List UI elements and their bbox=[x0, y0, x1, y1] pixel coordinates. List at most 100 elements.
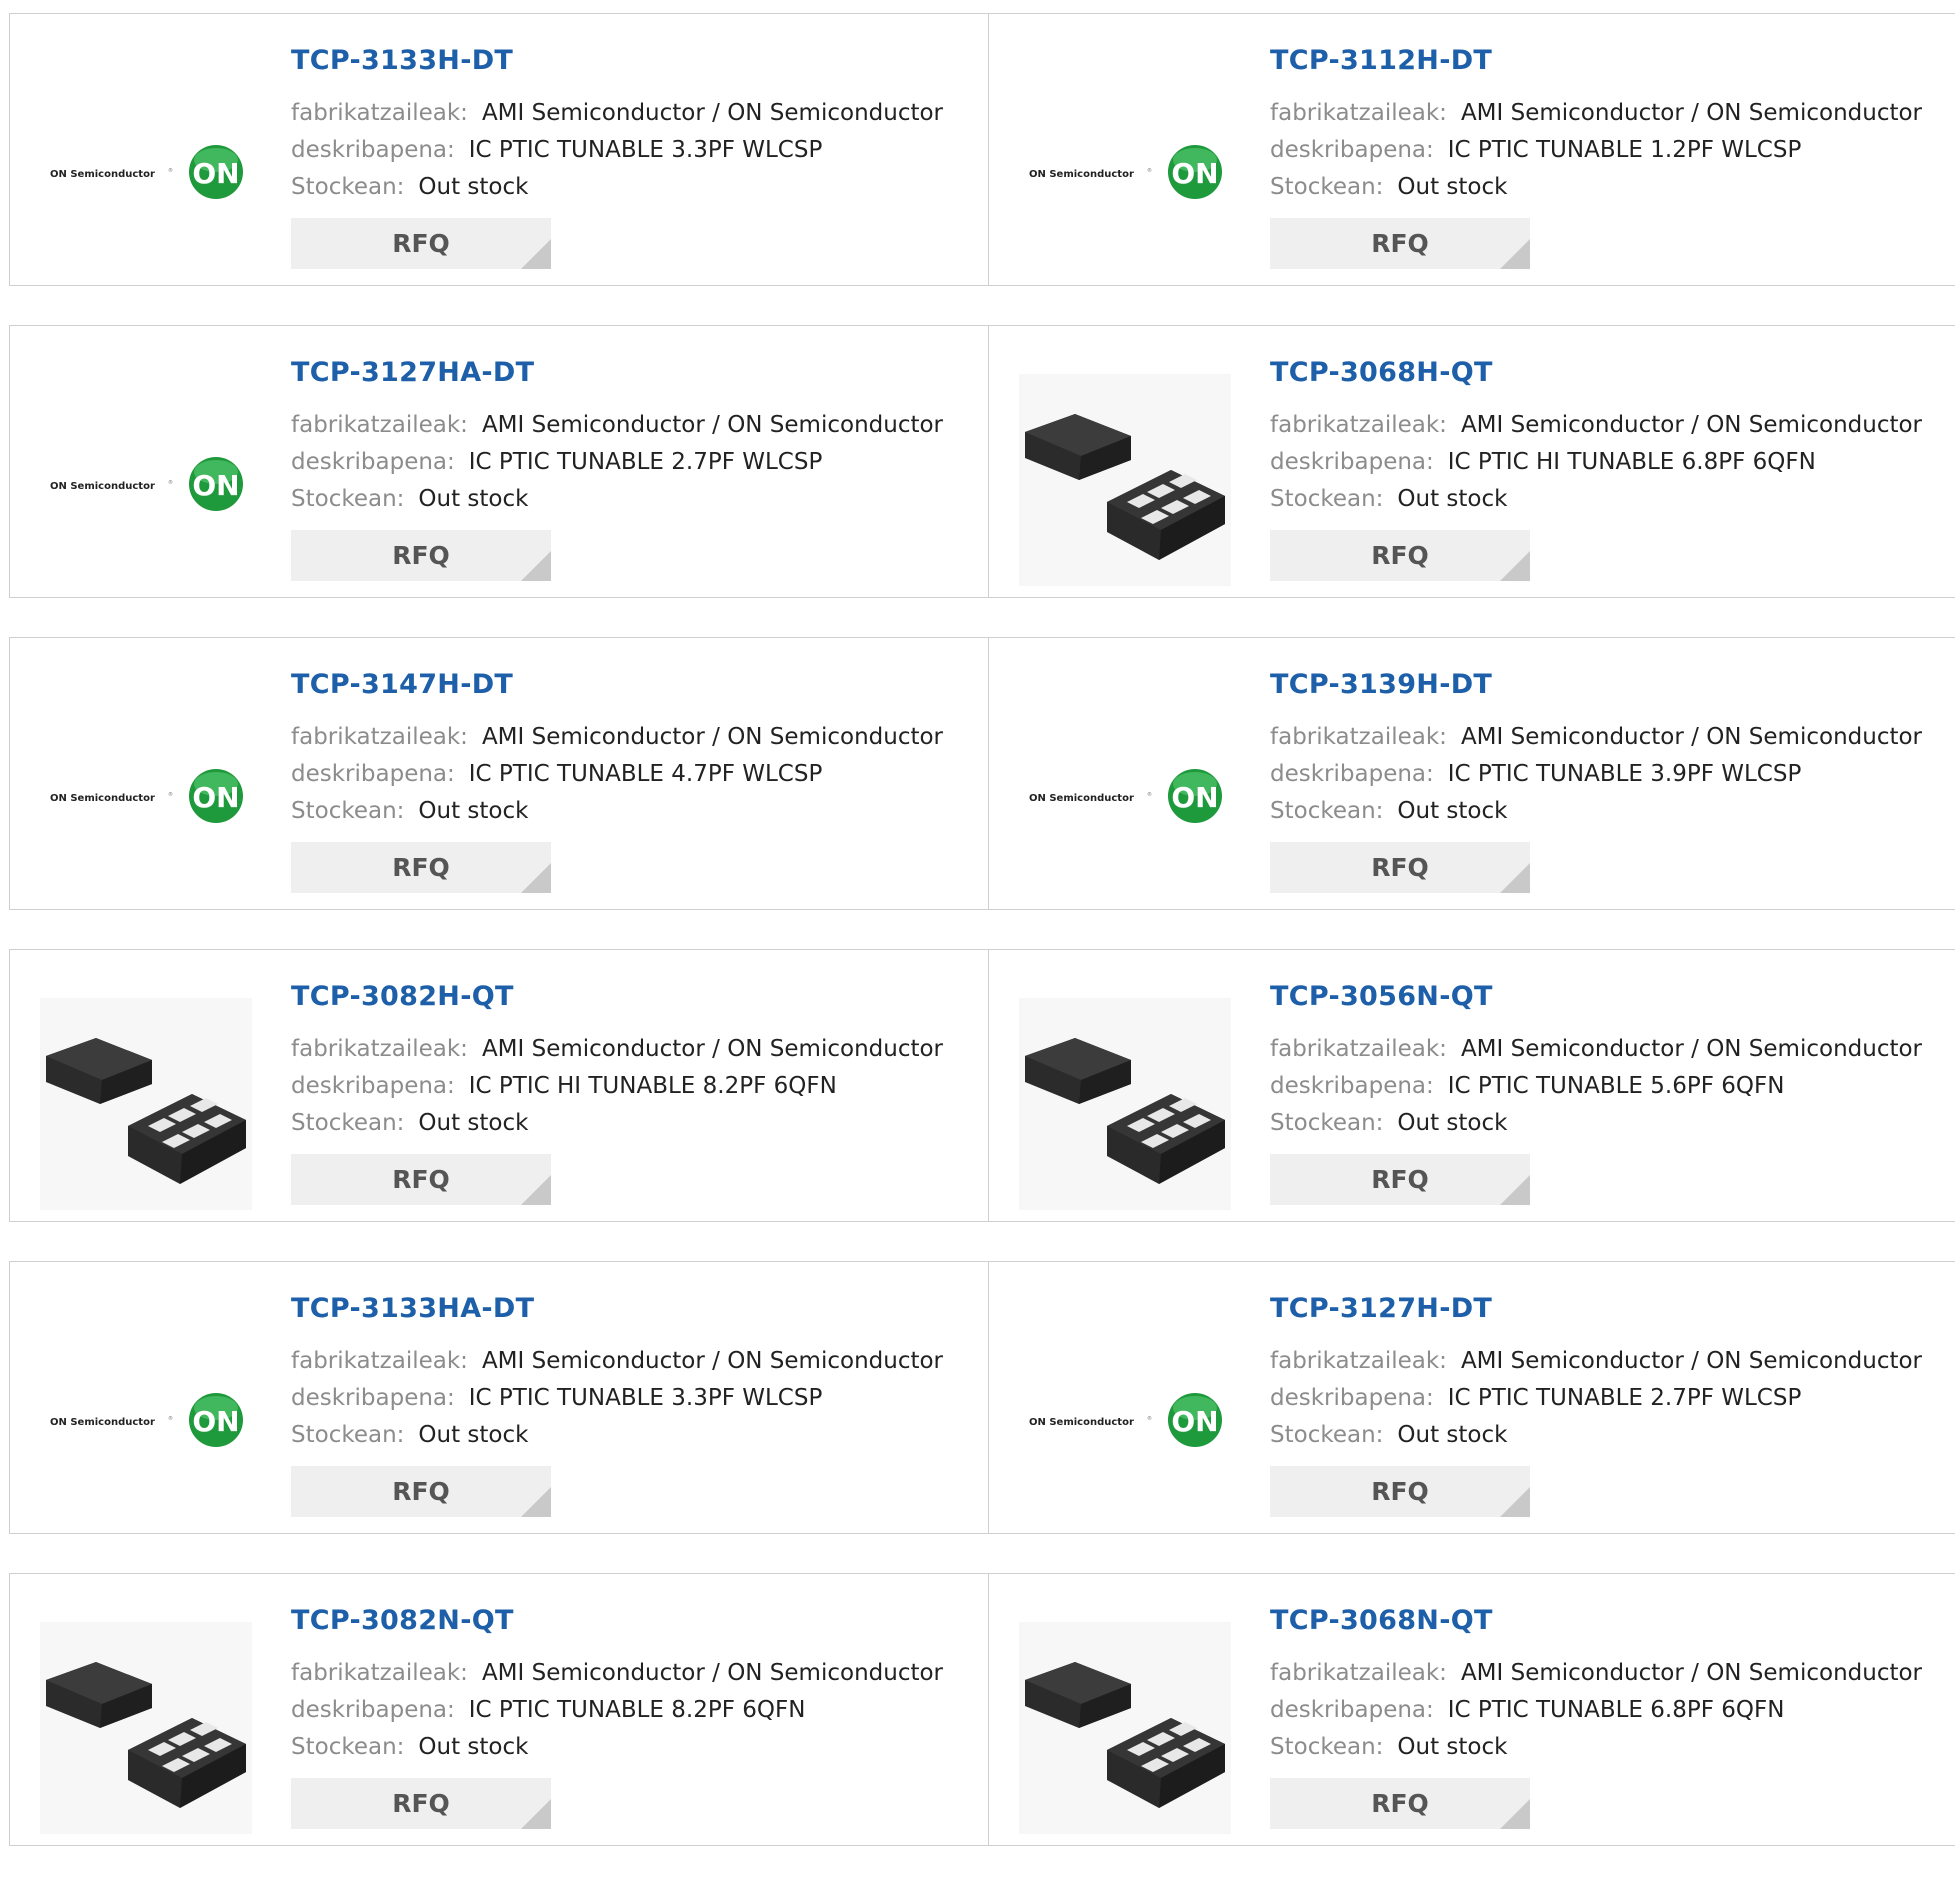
part-number-link[interactable]: TCP-3147H-DT bbox=[291, 668, 943, 702]
stock-row: Stockean: Out stock bbox=[291, 1417, 943, 1454]
product-image[interactable] bbox=[40, 998, 252, 1210]
stock-row: Stockean: Out stock bbox=[1270, 793, 1922, 830]
product-info: TCP-3127H-DT fabrikatzaileak: AMI Semicon… bbox=[1270, 1292, 1922, 1517]
rfq-button[interactable]: RFQ bbox=[291, 530, 551, 581]
description-label: deskribapena: bbox=[291, 137, 455, 163]
manufacturer-label: fabrikatzaileak: bbox=[1270, 100, 1447, 126]
rfq-button[interactable]: RFQ bbox=[291, 842, 551, 893]
on-semiconductor-logo-icon: ON Semiconductor ® ON bbox=[50, 769, 243, 823]
stock-label: Stockean: bbox=[1270, 1734, 1384, 1760]
product-image[interactable]: ON Semiconductor ® ON bbox=[1019, 1310, 1231, 1522]
rfq-button[interactable]: RFQ bbox=[1270, 218, 1530, 269]
product-info: TCP-3133H-DT fabrikatzaileak: AMI Semicon… bbox=[291, 44, 943, 269]
rfq-corner-decoration bbox=[1500, 239, 1530, 269]
manufacturer-value: AMI Semiconductor / ON Semiconductor bbox=[1460, 724, 1923, 750]
rfq-label: RFQ bbox=[392, 1165, 450, 1194]
part-number-link[interactable]: TCP-3133HA-DT bbox=[291, 1292, 943, 1326]
product-info: TCP-3139H-DT fabrikatzaileak: AMI Semicon… bbox=[1270, 668, 1922, 893]
rfq-button[interactable]: RFQ bbox=[1270, 530, 1530, 581]
svg-text:®: ® bbox=[168, 791, 173, 798]
stock-value: Out stock bbox=[1397, 486, 1508, 512]
product-row: TCP-3082H-QT fabrikatzaileak: AMI Semicon… bbox=[9, 949, 1955, 1222]
part-number-link[interactable]: TCP-3127H-DT bbox=[1270, 1292, 1922, 1326]
svg-text:ON: ON bbox=[1171, 781, 1218, 814]
product-card: ON Semiconductor ® ON TCP-3127H-DT fabri… bbox=[988, 1262, 1955, 1533]
part-number-link[interactable]: TCP-3112H-DT bbox=[1270, 44, 1922, 78]
rfq-label: RFQ bbox=[392, 1789, 450, 1818]
rfq-button[interactable]: RFQ bbox=[1270, 842, 1530, 893]
product-image[interactable]: ON Semiconductor ® ON bbox=[40, 374, 252, 586]
svg-text:ON: ON bbox=[192, 469, 239, 502]
product-image[interactable]: ON Semiconductor ® ON bbox=[1019, 686, 1231, 898]
rfq-button[interactable]: RFQ bbox=[291, 1466, 551, 1517]
product-card: TCP-3068H-QT fabrikatzaileak: AMI Semicon… bbox=[988, 326, 1955, 597]
part-number-link[interactable]: TCP-3139H-DT bbox=[1270, 668, 1922, 702]
product-image[interactable]: ON Semiconductor ® ON bbox=[40, 62, 252, 274]
rfq-corner-decoration bbox=[521, 551, 551, 581]
rfq-button[interactable]: RFQ bbox=[291, 218, 551, 269]
rfq-label: RFQ bbox=[1371, 1165, 1429, 1194]
product-image[interactable]: ON Semiconductor ® ON bbox=[40, 686, 252, 898]
part-number-link[interactable]: TCP-3082N-QT bbox=[291, 1604, 943, 1638]
svg-text:ON Semiconductor: ON Semiconductor bbox=[50, 481, 155, 492]
rfq-button[interactable]: RFQ bbox=[291, 1778, 551, 1829]
product-image[interactable] bbox=[40, 1622, 252, 1834]
description-label: deskribapena: bbox=[1270, 137, 1434, 163]
stock-value: Out stock bbox=[418, 486, 529, 512]
on-semiconductor-logo-icon: ON Semiconductor ® ON bbox=[50, 145, 243, 199]
manufacturer-label: fabrikatzaileak: bbox=[291, 1660, 468, 1686]
description-value: IC PTIC TUNABLE 3.3PF WLCSP bbox=[468, 1385, 823, 1411]
description-value: IC PTIC HI TUNABLE 6.8PF 6QFN bbox=[1447, 449, 1816, 475]
rfq-label: RFQ bbox=[1371, 541, 1429, 570]
manufacturer-row: fabrikatzaileak: AMI Semiconductor / ON S… bbox=[291, 407, 943, 444]
part-number-link[interactable]: TCP-3133H-DT bbox=[291, 44, 943, 78]
manufacturer-label: fabrikatzaileak: bbox=[1270, 412, 1447, 438]
product-image[interactable]: ON Semiconductor ® ON bbox=[1019, 62, 1231, 274]
qfn-chip-icon bbox=[40, 1622, 252, 1834]
manufacturer-value: AMI Semiconductor / ON Semiconductor bbox=[481, 1036, 944, 1062]
rfq-button[interactable]: RFQ bbox=[291, 1154, 551, 1205]
rfq-corner-decoration bbox=[1500, 1487, 1530, 1517]
part-number-link[interactable]: TCP-3068H-QT bbox=[1270, 356, 1922, 390]
manufacturer-value: AMI Semiconductor / ON Semiconductor bbox=[481, 100, 944, 126]
svg-text:ON Semiconductor: ON Semiconductor bbox=[1029, 793, 1134, 804]
rfq-corner-decoration bbox=[1500, 1799, 1530, 1829]
product-row: ON Semiconductor ® ON TCP-3127HA-DT fabr… bbox=[9, 325, 1955, 598]
description-value: IC PTIC TUNABLE 2.7PF WLCSP bbox=[1447, 1385, 1802, 1411]
stock-label: Stockean: bbox=[291, 486, 405, 512]
manufacturer-label: fabrikatzaileak: bbox=[291, 1036, 468, 1062]
product-image[interactable] bbox=[1019, 374, 1231, 586]
product-info: TCP-3127HA-DT fabrikatzaileak: AMI Semico… bbox=[291, 356, 943, 581]
product-card: ON Semiconductor ® ON TCP-3133HA-DT fabr… bbox=[10, 1262, 988, 1533]
part-number-link[interactable]: TCP-3082H-QT bbox=[291, 980, 943, 1014]
product-image[interactable]: ON Semiconductor ® ON bbox=[40, 1310, 252, 1522]
stock-label: Stockean: bbox=[291, 174, 405, 200]
description-row: deskribapena: IC PTIC HI TUNABLE 8.2PF 6Q… bbox=[291, 1068, 943, 1105]
svg-text:ON: ON bbox=[192, 781, 239, 814]
stock-label: Stockean: bbox=[1270, 1110, 1384, 1136]
svg-text:®: ® bbox=[168, 167, 173, 174]
rfq-corner-decoration bbox=[521, 1487, 551, 1517]
rfq-corner-decoration bbox=[521, 239, 551, 269]
part-number-link[interactable]: TCP-3127HA-DT bbox=[291, 356, 943, 390]
manufacturer-row: fabrikatzaileak: AMI Semiconductor / ON S… bbox=[1270, 1343, 1922, 1380]
description-value: IC PTIC TUNABLE 3.9PF WLCSP bbox=[1447, 761, 1802, 787]
rfq-button[interactable]: RFQ bbox=[1270, 1466, 1530, 1517]
rfq-button[interactable]: RFQ bbox=[1270, 1154, 1530, 1205]
product-grid: ON Semiconductor ® ON TCP-3133H-DT fabri… bbox=[9, 13, 1955, 1885]
manufacturer-value: AMI Semiconductor / ON Semiconductor bbox=[1460, 412, 1923, 438]
rfq-label: RFQ bbox=[1371, 853, 1429, 882]
stock-row: Stockean: Out stock bbox=[291, 169, 943, 206]
product-card: ON Semiconductor ® ON TCP-3147H-DT fabri… bbox=[10, 638, 988, 909]
qfn-chip-icon bbox=[1019, 374, 1231, 586]
rfq-button[interactable]: RFQ bbox=[1270, 1778, 1530, 1829]
svg-text:®: ® bbox=[1147, 167, 1152, 174]
manufacturer-value: AMI Semiconductor / ON Semiconductor bbox=[1460, 1036, 1923, 1062]
part-number-link[interactable]: TCP-3068N-QT bbox=[1270, 1604, 1922, 1638]
product-card: TCP-3082N-QT fabrikatzaileak: AMI Semicon… bbox=[10, 1574, 988, 1845]
stock-label: Stockean: bbox=[291, 1110, 405, 1136]
product-image[interactable] bbox=[1019, 998, 1231, 1210]
part-number-link[interactable]: TCP-3056N-QT bbox=[1270, 980, 1922, 1014]
stock-label: Stockean: bbox=[1270, 1422, 1384, 1448]
product-image[interactable] bbox=[1019, 1622, 1231, 1834]
